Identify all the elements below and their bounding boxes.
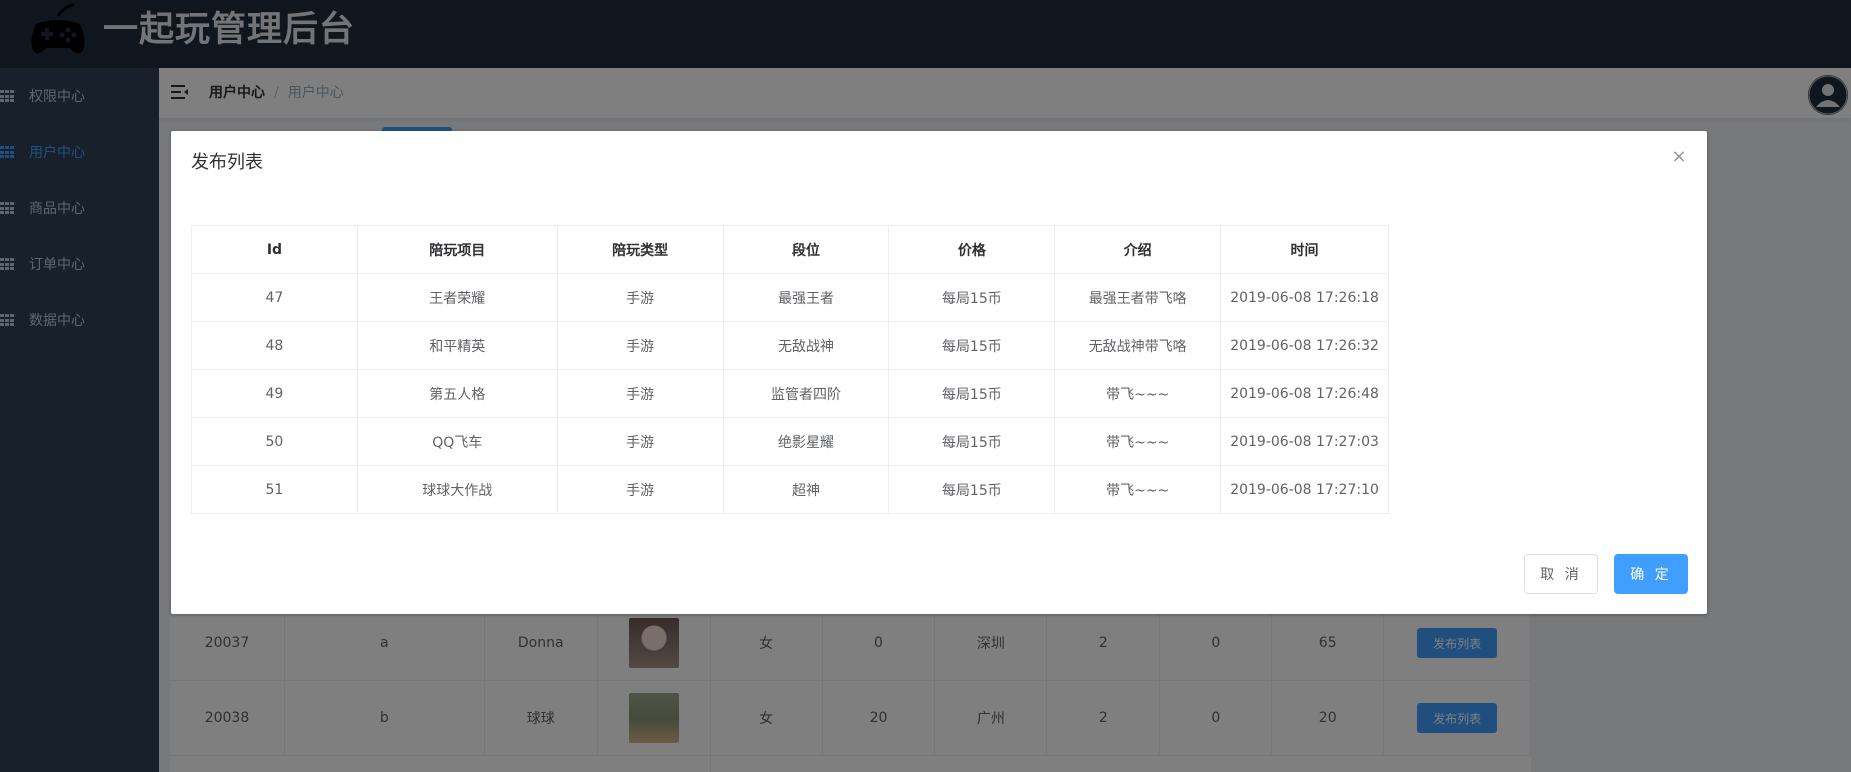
table-cell: 2019-06-08 17:26:48 — [1221, 370, 1389, 417]
table-row: 48 和平精英 手游 无敌战神 每局15币 无敌战神带飞咯 2019-06-08… — [192, 322, 1389, 370]
table-cell: 无敌战神 — [724, 322, 890, 369]
close-icon[interactable]: × — [1671, 148, 1687, 166]
table-cell: 超神 — [724, 466, 890, 513]
publish-table: Id 陪玩项目 陪玩类型 段位 价格 介绍 时间 47 王者荣耀 手游 最强王者… — [191, 225, 1389, 514]
column-header-project: 陪玩项目 — [358, 226, 558, 273]
table-header-row: Id 陪玩项目 陪玩类型 段位 价格 介绍 时间 — [192, 226, 1389, 274]
table-cell: 最强王者带飞咯 — [1055, 274, 1222, 321]
table-cell: 47 — [192, 274, 358, 321]
confirm-button[interactable]: 确 定 — [1614, 554, 1688, 594]
column-header-price: 价格 — [889, 226, 1056, 273]
table-cell: 手游 — [558, 274, 724, 321]
table-cell: 2019-06-08 17:27:03 — [1221, 418, 1389, 465]
table-row: 49 第五人格 手游 监管者四阶 每局15币 带飞~~~ 2019-06-08 … — [192, 370, 1389, 418]
table-cell: 带飞~~~ — [1055, 466, 1222, 513]
table-cell: 48 — [192, 322, 358, 369]
column-header-id: Id — [192, 226, 358, 273]
table-cell: 最强王者 — [724, 274, 890, 321]
table-cell: 每局15币 — [889, 274, 1056, 321]
table-cell: 2019-06-08 17:27:10 — [1221, 466, 1389, 513]
table-row: 51 球球大作战 手游 超神 每局15币 带飞~~~ 2019-06-08 17… — [192, 466, 1389, 514]
table-row: 50 QQ飞车 手游 绝影星耀 每局15币 带飞~~~ 2019-06-08 1… — [192, 418, 1389, 466]
table-row: 47 王者荣耀 手游 最强王者 每局15币 最强王者带飞咯 2019-06-08… — [192, 274, 1389, 322]
table-cell: 51 — [192, 466, 358, 513]
table-cell: 球球大作战 — [358, 466, 558, 513]
table-cell: 带飞~~~ — [1055, 418, 1222, 465]
publish-list-dialog: 发布列表 × Id 陪玩项目 陪玩类型 段位 价格 介绍 时间 47 王者荣耀 … — [171, 131, 1707, 614]
table-cell: 王者荣耀 — [358, 274, 558, 321]
column-header-intro: 介绍 — [1055, 226, 1222, 273]
table-cell: 和平精英 — [358, 322, 558, 369]
table-cell: 2019-06-08 17:26:32 — [1221, 322, 1389, 369]
table-cell: 每局15币 — [889, 418, 1056, 465]
table-cell: 每局15币 — [889, 322, 1056, 369]
table-cell: 2019-06-08 17:26:18 — [1221, 274, 1389, 321]
table-cell: 手游 — [558, 466, 724, 513]
dialog-title: 发布列表 — [191, 152, 263, 173]
table-cell: 手游 — [558, 370, 724, 417]
table-cell: 绝影星耀 — [724, 418, 890, 465]
table-cell: 49 — [192, 370, 358, 417]
column-header-rank: 段位 — [724, 226, 890, 273]
table-cell: 无敌战神带飞咯 — [1055, 322, 1222, 369]
table-cell: 50 — [192, 418, 358, 465]
column-header-type: 陪玩类型 — [558, 226, 724, 273]
column-header-time: 时间 — [1221, 226, 1389, 273]
table-cell: QQ飞车 — [358, 418, 558, 465]
table-cell: 第五人格 — [358, 370, 558, 417]
table-cell: 带飞~~~ — [1055, 370, 1222, 417]
cancel-button[interactable]: 取 消 — [1524, 554, 1598, 594]
table-cell: 每局15币 — [889, 466, 1056, 513]
table-cell: 手游 — [558, 418, 724, 465]
table-cell: 每局15币 — [889, 370, 1056, 417]
table-cell: 手游 — [558, 322, 724, 369]
table-cell: 监管者四阶 — [724, 370, 890, 417]
